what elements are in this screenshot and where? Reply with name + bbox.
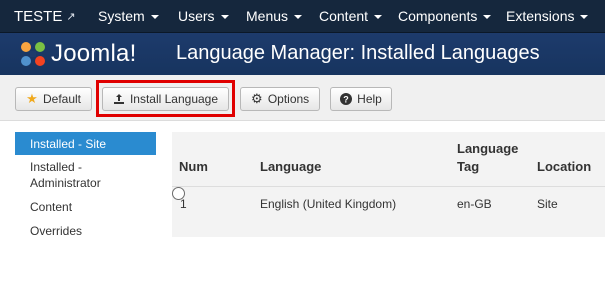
sidebar-item-content[interactable]: Content	[15, 195, 156, 219]
menu-components-label: Components	[398, 8, 478, 24]
sidebar-item-overrides[interactable]: Overrides	[15, 219, 156, 243]
menu-content-label: Content	[319, 8, 369, 24]
column-header-location[interactable]: Location	[537, 158, 591, 176]
column-header-num[interactable]: Num	[179, 158, 208, 176]
chevron-down-icon	[220, 15, 229, 19]
menu-components[interactable]: Components	[398, 8, 506, 24]
svg-text:?: ?	[343, 95, 349, 105]
gear-icon: ⚙	[250, 91, 263, 106]
options-button[interactable]: ⚙ Options	[240, 87, 320, 111]
site-name: TESTE	[14, 7, 63, 25]
help-icon: ?	[340, 93, 353, 105]
logo-wordmark: Joomla!	[51, 40, 137, 67]
menu-menus[interactable]: Menus	[246, 8, 319, 24]
row-language-tag: en-GB	[457, 197, 492, 211]
column-header-language[interactable]: Language	[260, 158, 321, 176]
row-num: 1	[180, 197, 187, 211]
default-button-label: Default	[42, 92, 82, 106]
table-header: Num Language Language Tag Location	[172, 132, 605, 186]
menu-extensions-label: Extensions	[506, 8, 575, 24]
menu-system[interactable]: System	[98, 8, 178, 24]
chevron-down-icon	[294, 15, 303, 19]
sidebar-item-installed-site[interactable]: Installed - Site	[15, 132, 156, 155]
external-link-icon: ↗	[66, 10, 76, 23]
site-name-link[interactable]: TESTE ↗	[0, 8, 98, 25]
chevron-down-icon	[374, 15, 383, 19]
sidebar: Installed - Site Installed - Administrat…	[15, 132, 156, 243]
table-row: 1 English (United Kingdom) en-GB Site	[172, 186, 605, 237]
menu-menus-label: Menus	[246, 8, 289, 24]
joomla-logo-icon	[21, 42, 45, 66]
default-button[interactable]: ★ Default	[15, 87, 92, 111]
column-header-language-tag[interactable]: Language Tag	[457, 140, 527, 176]
menu-extensions[interactable]: Extensions	[506, 8, 605, 24]
menu-system-label: System	[98, 8, 145, 24]
star-icon: ★	[26, 91, 38, 106]
help-button[interactable]: ? Help	[330, 87, 392, 111]
page-title: Language Manager: Installed Languages	[176, 42, 540, 64]
menu-content[interactable]: Content	[319, 8, 398, 24]
top-navigation-bar: TESTE ↗ System Users Menus Content Compo…	[0, 0, 605, 33]
chevron-down-icon	[483, 15, 492, 19]
options-button-label: Options	[267, 92, 310, 106]
install-language-highlight	[96, 80, 235, 117]
help-button-label: Help	[357, 92, 382, 106]
languages-table: Num Language Language Tag Location 1 Eng…	[172, 132, 605, 237]
joomla-logo[interactable]: Joomla!	[18, 38, 168, 70]
row-location: Site	[537, 197, 558, 211]
toolbar: ★ Default Install Language ⚙ Options ? H…	[0, 75, 605, 121]
sidebar-item-installed-administrator[interactable]: Installed - Administrator	[15, 155, 110, 195]
page-header: Joomla! Language Manager: Installed Lang…	[0, 33, 605, 75]
menu-users-label: Users	[178, 8, 215, 24]
chevron-down-icon	[150, 15, 159, 19]
menu-users[interactable]: Users	[178, 8, 246, 24]
chevron-down-icon	[580, 15, 589, 19]
row-language: English (United Kingdom)	[260, 197, 397, 211]
